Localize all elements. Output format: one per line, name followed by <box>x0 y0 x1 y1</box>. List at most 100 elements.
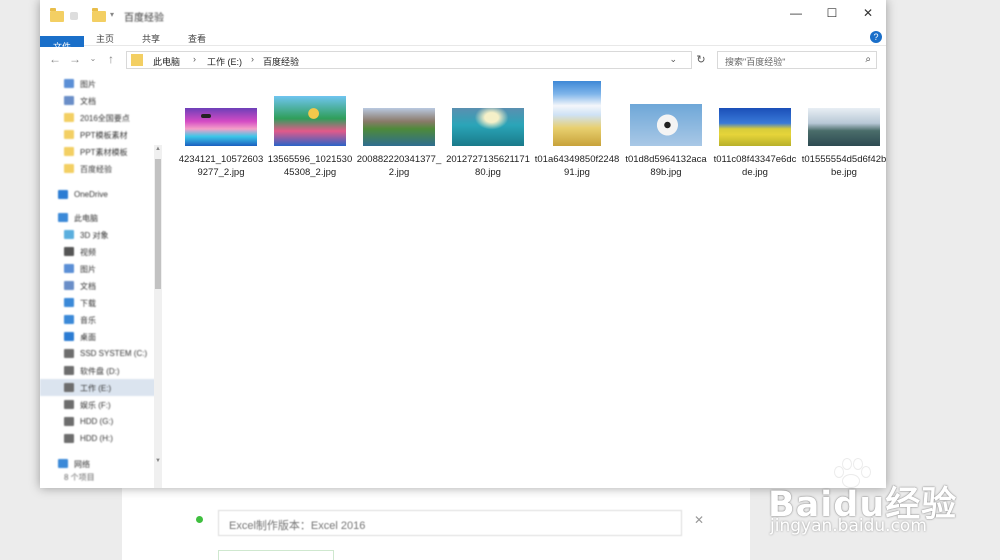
sidebar-item[interactable]: 下载 <box>40 294 156 311</box>
sidebar-item[interactable]: 网络 <box>40 455 156 472</box>
file-name[interactable]: t011c08f43347e6dcde.jpg <box>712 153 798 179</box>
breadcrumb-current-folder[interactable]: 百度经验 <box>263 55 299 68</box>
sidebar-item[interactable]: PPT素材模板 <box>40 143 156 160</box>
drive-icon <box>64 417 74 426</box>
breadcrumb-separator[interactable]: › <box>193 54 196 64</box>
file-name[interactable]: t01d8d5964132aca89b.jpg <box>623 153 709 179</box>
version-field[interactable]: Excel制作版本：Excel 2016 <box>218 510 682 536</box>
watermark-url: jingyan.baidu.com <box>770 516 927 536</box>
sidebar-item[interactable]: PPT模板素材 <box>40 126 156 143</box>
sidebar-item[interactable]: 2016全国要点 <box>40 109 156 126</box>
search-input[interactable]: 搜索"百度经验" ⌕ <box>717 51 877 69</box>
breadcrumb-this-pc[interactable]: 此电脑 <box>153 55 180 68</box>
tab-view[interactable]: 查看 <box>182 28 212 46</box>
file-name[interactable]: 200882220341377_2.jpg <box>356 153 442 179</box>
file-item[interactable]: 200882220341377_2.jpg <box>356 81 442 179</box>
sidebar-item[interactable]: OneDrive <box>40 186 156 203</box>
image-thumbnail[interactable] <box>452 108 524 146</box>
item-count: 8 个项目 <box>64 473 95 482</box>
music-icon <box>64 315 74 324</box>
forward-button[interactable]: → <box>68 52 82 68</box>
file-name[interactable]: t01555554d5d6f42bbe.jpg <box>801 153 886 179</box>
maximize-button[interactable]: ☐ <box>818 6 846 24</box>
search-icon[interactable]: ⌕ <box>865 54 871 65</box>
image-thumbnail[interactable] <box>630 104 702 146</box>
file-item[interactable]: t01a64349850f224891.jpg <box>534 81 620 179</box>
title-bar: ▾ 百度经验 — ☐ ✕ <box>40 0 886 30</box>
image-thumbnail[interactable] <box>185 108 257 146</box>
sidebar-item-label: 网络 <box>74 460 90 469</box>
file-item[interactable]: 201272713562117180.jpg <box>445 81 531 179</box>
tab-share[interactable]: 共享 <box>136 28 166 46</box>
file-item[interactable]: t01555554d5d6f42bbe.jpg <box>801 81 886 179</box>
background-button[interactable] <box>218 550 334 560</box>
image-thumbnail[interactable] <box>553 81 601 146</box>
sidebar-item[interactable]: 图片 <box>40 75 156 92</box>
scroll-up-icon[interactable]: ▲ <box>154 146 162 154</box>
file-name[interactable]: 4234121_105726039277_2.jpg <box>178 153 264 179</box>
refresh-icon[interactable]: ↻ <box>693 51 709 69</box>
drive-icon <box>64 400 74 409</box>
file-name[interactable]: 13565596_102153045308_2.jpg <box>267 153 353 179</box>
image-thumbnail[interactable] <box>274 96 346 146</box>
sidebar-item[interactable]: 软件盘 (D:) <box>40 362 156 379</box>
folder-icon <box>50 8 64 23</box>
sidebar-item[interactable]: 音乐 <box>40 311 156 328</box>
image-thumbnail[interactable] <box>808 108 880 146</box>
recent-locations-button[interactable]: ⌄ <box>86 54 100 70</box>
help-icon[interactable]: ? <box>870 31 882 43</box>
folder-icon[interactable] <box>92 8 106 23</box>
sidebar-item-label: PPT模板素材 <box>80 131 128 140</box>
back-button[interactable]: ← <box>48 52 62 68</box>
sidebar-item-label: 2016全国要点 <box>80 114 130 123</box>
ribbon-tabs: 文件 主页 共享 查看 ? <box>40 28 886 54</box>
file-item[interactable]: t01d8d5964132aca89b.jpg <box>623 81 709 179</box>
file-item[interactable]: 4234121_105726039277_2.jpg <box>178 81 264 179</box>
navigation-pane: 图片 文档 2016全国要点 PPT模板素材 PPT素材模板 百度经验 OneDrive 此电… <box>40 73 162 488</box>
sidebar-item-label: 文档 <box>80 282 96 291</box>
chevron-down-icon[interactable]: ▾ <box>110 10 114 24</box>
sidebar-item[interactable]: 图片 <box>40 260 156 277</box>
scroll-down-icon[interactable]: ▼ <box>154 458 162 466</box>
sidebar-item[interactable]: 3D 对象 <box>40 226 156 243</box>
file-name[interactable]: 201272713562117180.jpg <box>445 153 531 179</box>
sidebar-item[interactable]: 工作 (E:) <box>40 379 156 396</box>
sidebar-item[interactable]: 百度经验 <box>40 160 156 177</box>
quick-access-icon[interactable] <box>70 12 78 20</box>
sidebar-item[interactable]: 娱乐 (F:) <box>40 396 156 413</box>
sidebar-item[interactable]: HDD (G:) <box>40 413 156 430</box>
file-item[interactable]: t011c08f43347e6dcde.jpg <box>712 81 798 179</box>
address-bar[interactable]: 此电脑 › 工作 (E:) › 百度经验 ⌄ <box>126 51 692 69</box>
baidu-jingyan-watermark: Baidu经验 jingyan.baidu.com <box>768 452 1000 560</box>
minimize-button[interactable]: — <box>782 6 810 24</box>
drive-icon <box>64 366 74 375</box>
sidebar-item-label: OneDrive <box>74 190 108 199</box>
sidebar-item[interactable]: 文档 <box>40 277 156 294</box>
sidebar-item[interactable]: 视频 <box>40 243 156 260</box>
computer-icon <box>58 213 68 222</box>
sidebar-scroll-thumb[interactable] <box>155 159 161 289</box>
sidebar-item[interactable]: 此电脑 <box>40 209 156 226</box>
breadcrumb-separator[interactable]: › <box>251 54 254 64</box>
chevron-down-icon[interactable]: ⌄ <box>669 54 677 65</box>
file-list: 4234121_105726039277_2.jpg 13565596_10215… <box>162 73 886 488</box>
sidebar-item-label: HDD (H:) <box>80 434 113 443</box>
breadcrumb-drive-e[interactable]: 工作 (E:) <box>207 55 242 68</box>
documents-icon <box>64 96 74 105</box>
tab-home[interactable]: 主页 <box>90 28 120 46</box>
folder-icon <box>64 164 74 173</box>
close-button[interactable]: ✕ <box>854 6 882 24</box>
sidebar-item[interactable]: HDD (H:) <box>40 430 156 447</box>
file-item[interactable]: 13565596_102153045308_2.jpg <box>267 81 353 179</box>
sidebar-item-label: 软件盘 (D:) <box>80 367 120 376</box>
image-thumbnail[interactable] <box>363 108 435 146</box>
image-thumbnail[interactable] <box>719 108 791 146</box>
up-button[interactable]: ↑ <box>104 52 118 68</box>
file-name[interactable]: t01a64349850f224891.jpg <box>534 153 620 179</box>
sidebar-item[interactable]: 文档 <box>40 92 156 109</box>
sidebar-item[interactable]: SSD SYSTEM (C:) <box>40 345 156 362</box>
bullet-icon <box>196 516 203 523</box>
sidebar-item-label: 文档 <box>80 97 96 106</box>
close-icon[interactable]: ✕ <box>694 513 704 527</box>
sidebar-item[interactable]: 桌面 <box>40 328 156 345</box>
